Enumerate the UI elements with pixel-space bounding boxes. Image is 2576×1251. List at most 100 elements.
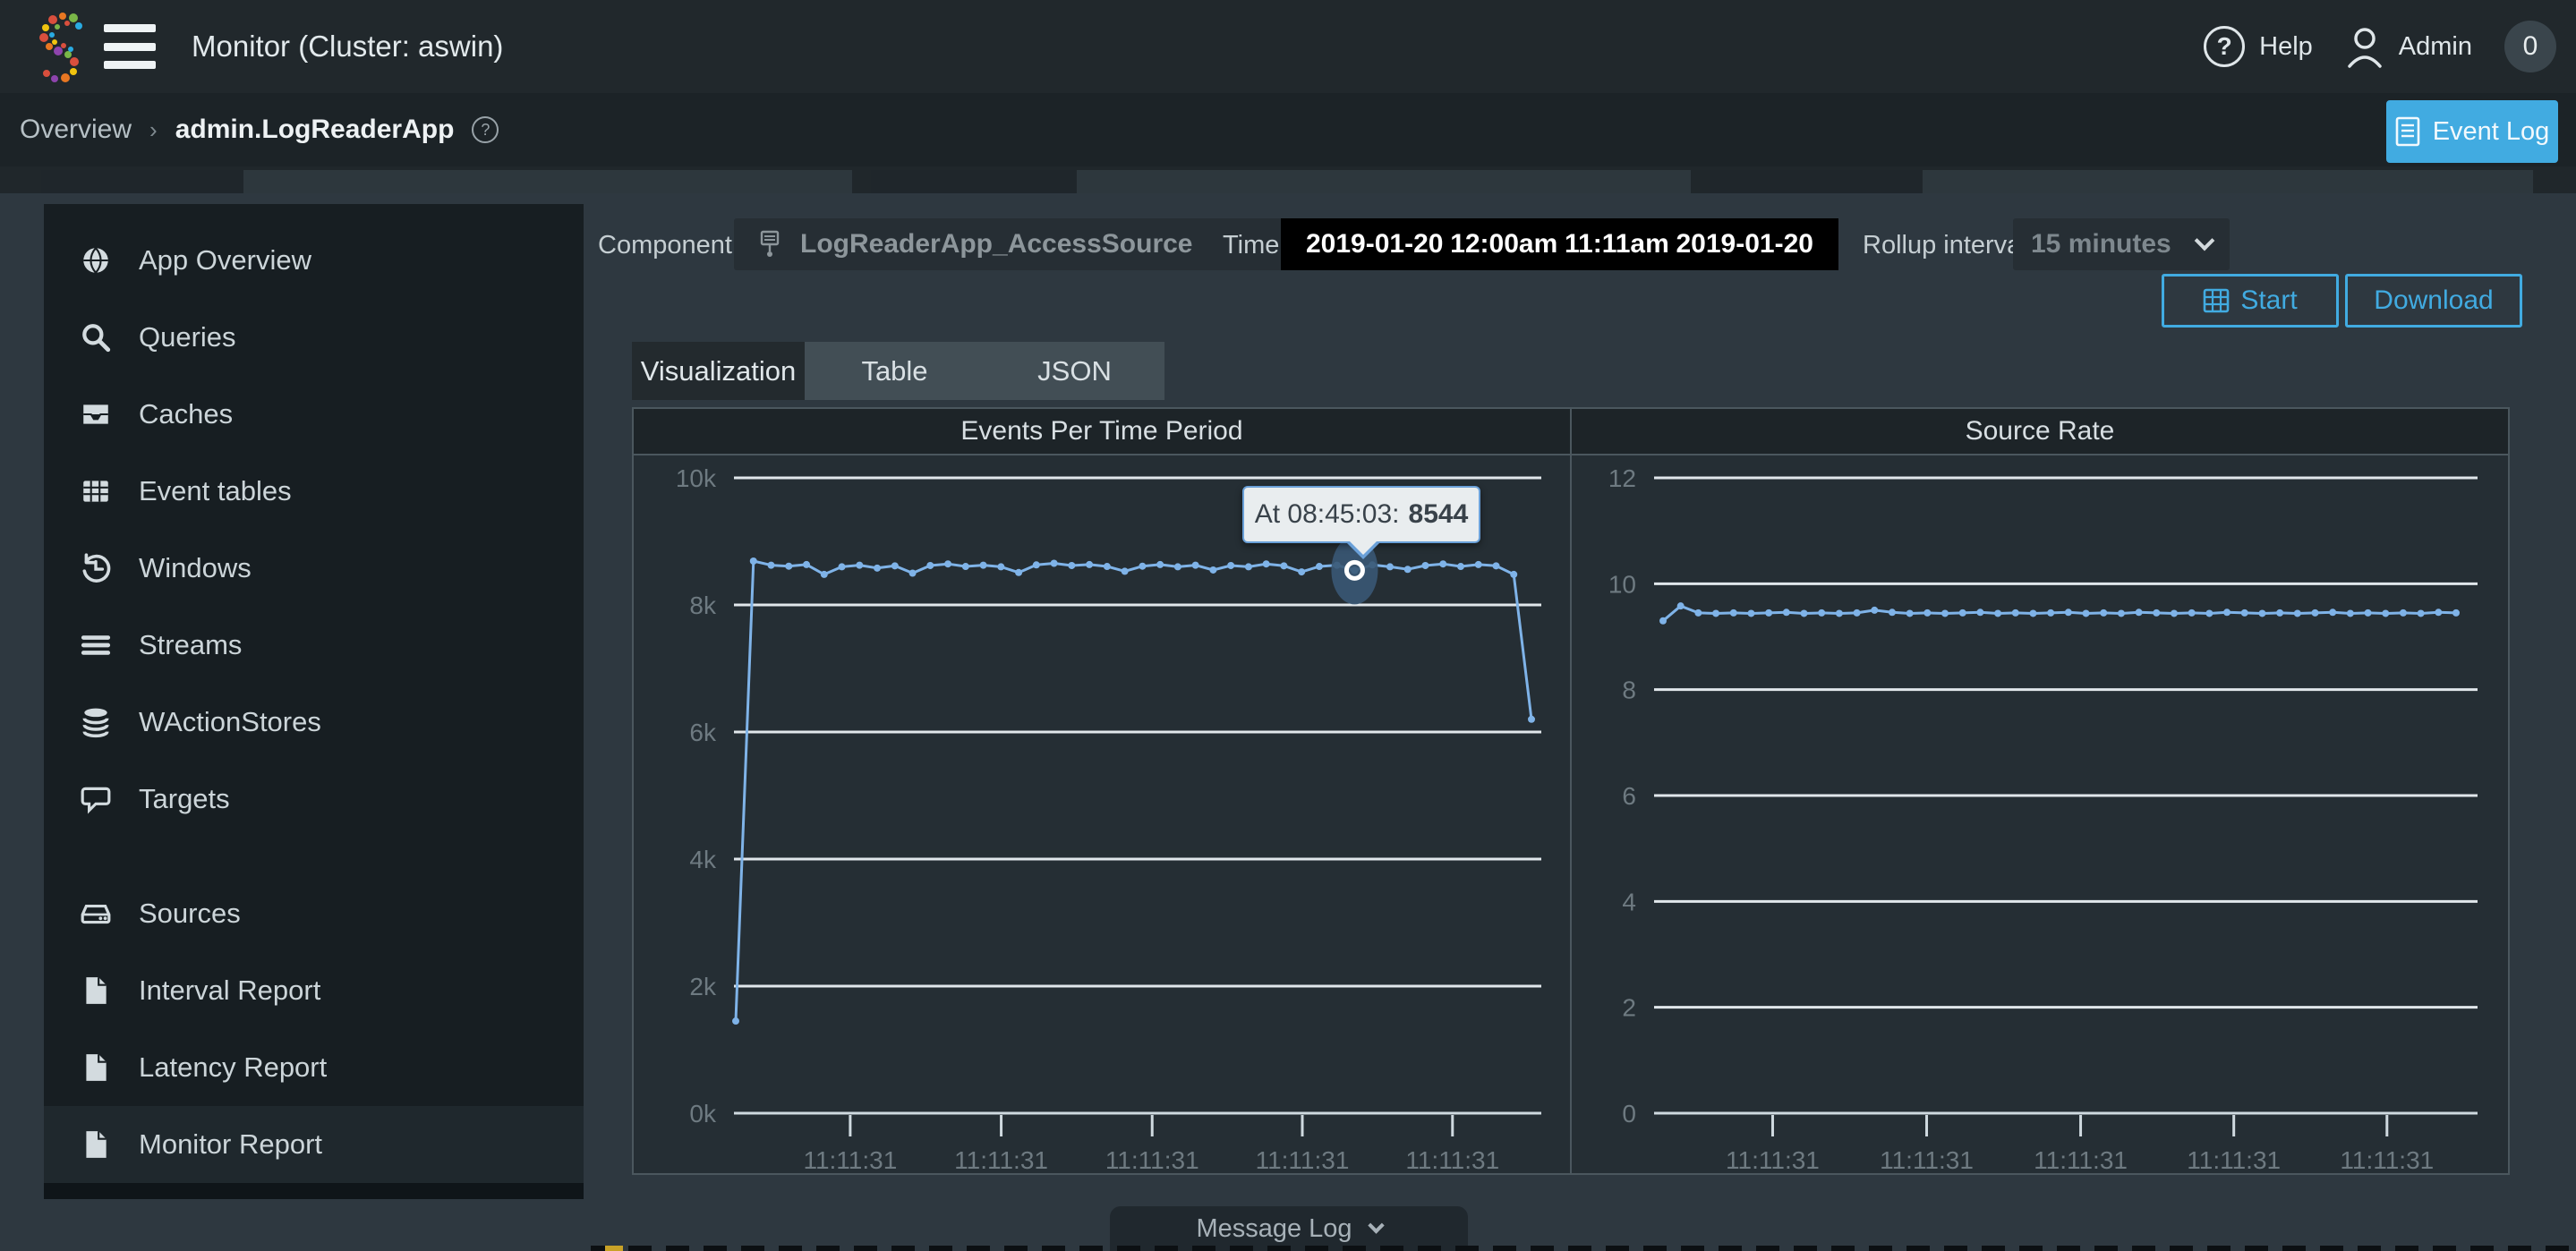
striim-logo-icon[interactable] — [27, 11, 95, 82]
time-end-time[interactable]: 11:11am — [1565, 229, 1669, 260]
svg-text:12: 12 — [1608, 464, 1636, 492]
warning-dash — [605, 1246, 623, 1251]
time-end-date[interactable]: 2019-01-20 — [1676, 229, 1813, 260]
sidebar-item-wactionstores[interactable]: WActionStores — [44, 684, 584, 761]
svg-text:10: 10 — [1608, 570, 1636, 598]
chart-tooltip: At 08:45:03: 8544 — [1242, 486, 1480, 543]
sidebar: App Overview Queries Caches Event tables — [44, 204, 584, 1199]
svg-text:11:11:31: 11:11:31 — [1105, 1146, 1199, 1173]
sidebar-item-event-tables[interactable]: Event tables — [44, 453, 584, 530]
time-start-date[interactable]: 2019-01-20 — [1306, 229, 1443, 260]
breadcrumb-overview[interactable]: Overview — [20, 115, 132, 145]
admin-menu[interactable]: Admin — [2345, 25, 2472, 68]
chart-title-events: Events Per Time Period — [634, 409, 1570, 455]
events-chart: 10k 8k 6k 4k 2k 0k 11:11:31 11:11:31 11:11:31 11:… — [634, 455, 1570, 1173]
sidebar-bottom-strip — [44, 1183, 584, 1199]
component-label: Component: — [598, 231, 739, 260]
view-tabs: Visualization Table JSON — [632, 342, 1164, 400]
tooltip-value: 8544 — [1409, 499, 1469, 530]
page-title: Monitor (Cluster: aswin) — [192, 0, 503, 93]
message-log-toggle[interactable]: Message Log — [1110, 1206, 1468, 1251]
rollup-interval-dropdown[interactable]: 15 minutes — [2013, 218, 2230, 270]
document-icon — [2395, 116, 2420, 147]
svg-text:11:11:31: 11:11:31 — [2187, 1146, 2281, 1173]
svg-text:11:11:31: 11:11:31 — [954, 1146, 1048, 1173]
partial-card — [41, 170, 243, 193]
scrolled-cards-strip — [0, 166, 2576, 193]
search-icon — [80, 321, 112, 353]
tab-visualization[interactable]: Visualization — [632, 342, 805, 400]
sidebar-item-windows[interactable]: Windows — [44, 530, 584, 607]
menu-icon[interactable] — [104, 24, 158, 69]
svg-text:4k: 4k — [689, 846, 717, 873]
component-value: LogReaderApp_AccessSource — [800, 229, 1273, 260]
tab-json[interactable]: JSON — [985, 342, 1164, 400]
file-icon — [80, 1128, 112, 1161]
rollup-label: Rollup interval: — [1863, 231, 2034, 260]
partial-card — [1077, 170, 1691, 193]
globe-icon — [80, 244, 112, 277]
breadcrumb-current-app: admin.LogReaderApp — [175, 115, 455, 145]
sidebar-item-queries[interactable]: Queries — [44, 299, 584, 376]
drive-icon — [80, 898, 112, 930]
chart-title-source-rate: Source Rate — [1572, 409, 2508, 455]
lines-icon — [80, 629, 112, 661]
sidebar-item-caches[interactable]: Caches — [44, 376, 584, 453]
monitor-page: Monitor (Cluster: aswin) ? Help Admin 0 … — [0, 0, 2576, 1251]
breadcrumb: Overview › admin.LogReaderApp ? — [20, 93, 499, 166]
sidebar-item-interval-report[interactable]: Interval Report — [44, 952, 584, 1029]
svg-text:4: 4 — [1622, 888, 1636, 915]
svg-text:11:11:31: 11:11:31 — [1405, 1146, 1499, 1173]
chevron-down-icon — [2195, 231, 2215, 251]
partial-card — [871, 170, 1076, 193]
svg-text:6: 6 — [1622, 782, 1636, 810]
svg-text:11:11:31: 11:11:31 — [1880, 1146, 1974, 1173]
start-button[interactable]: Start — [2162, 274, 2339, 328]
sidebar-item-streams[interactable]: Streams — [44, 607, 584, 684]
breadcrumb-bar: Overview › admin.LogReaderApp ? Event Lo… — [0, 93, 2576, 166]
partial-card — [1710, 170, 1922, 193]
breadcrumb-separator: › — [149, 116, 158, 144]
sidebar-item-targets[interactable]: Targets — [44, 761, 584, 838]
app-info-icon[interactable]: ? — [472, 116, 499, 143]
help-icon: ? — [2204, 26, 2245, 67]
time-start-time[interactable]: 12:00am — [1450, 229, 1557, 260]
user-icon — [2345, 25, 2384, 68]
help-button[interactable]: ? Help — [2204, 26, 2313, 67]
component-node-icon — [755, 229, 784, 260]
svg-text:0k: 0k — [689, 1100, 717, 1128]
scrolled-table-edge — [591, 1246, 2576, 1251]
file-icon — [80, 974, 112, 1007]
svg-text:8: 8 — [1622, 677, 1636, 704]
rollup-value: 15 minutes — [2031, 229, 2171, 260]
download-button[interactable]: Download — [2345, 274, 2522, 328]
sidebar-item-latency-report[interactable]: Latency Report — [44, 1029, 584, 1106]
sidebar-item-sources[interactable]: Sources — [44, 875, 584, 952]
grid-icon — [2203, 288, 2230, 313]
source-rate-chart: 12108642011:11:3111:11:3111:11:3111:11:3… — [1572, 455, 2506, 1173]
partial-card — [1923, 170, 2533, 193]
database-icon — [80, 706, 112, 738]
time-range-picker: 2019-01-20 12:00am 11:11am 2019-01-20 — [1281, 218, 1838, 270]
svg-text:11:11:31: 11:11:31 — [1256, 1146, 1350, 1173]
svg-text:0: 0 — [1622, 1100, 1636, 1128]
partial-card — [243, 170, 852, 193]
notification-badge[interactable]: 0 — [2504, 21, 2556, 72]
file-icon — [80, 1051, 112, 1084]
event-log-button[interactable]: Event Log — [2386, 100, 2558, 163]
svg-text:10k: 10k — [676, 464, 717, 492]
tray-icon — [80, 398, 112, 430]
sidebar-item-monitor-report[interactable]: Monitor Report — [44, 1106, 584, 1183]
svg-text:6k: 6k — [689, 719, 717, 746]
sidebar-item-app-overview[interactable]: App Overview — [44, 222, 584, 299]
svg-text:8k: 8k — [689, 591, 717, 619]
svg-text:2k: 2k — [689, 973, 717, 1000]
speech-bubble-icon — [80, 783, 112, 815]
top-bar: Monitor (Cluster: aswin) ? Help Admin 0 — [0, 0, 2576, 93]
history-icon — [80, 552, 112, 584]
tab-table[interactable]: Table — [805, 342, 985, 400]
table-icon — [80, 475, 112, 507]
svg-text:11:11:31: 11:11:31 — [2340, 1146, 2434, 1173]
time-label: Time: — [1223, 231, 1286, 260]
svg-text:2: 2 — [1622, 994, 1636, 1022]
